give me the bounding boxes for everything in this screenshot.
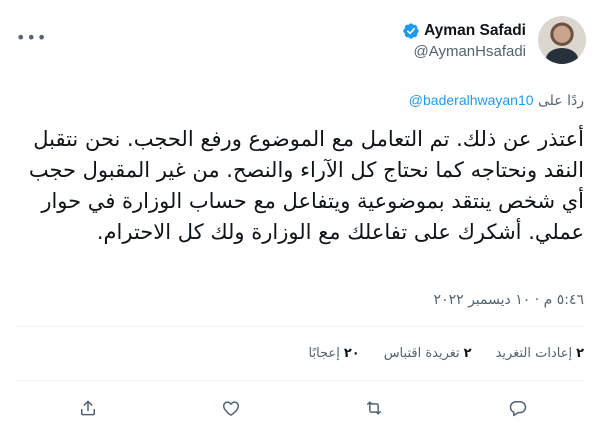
tweet-timestamp[interactable]: ٥:٤٦ م · ١٠ ديسمبر ٢٠٢٢ — [434, 292, 584, 308]
author-name[interactable]: Ayman Safadi — [424, 22, 526, 40]
avatar[interactable] — [538, 16, 586, 64]
likes-stat[interactable]: ٢٠إعجابًا — [309, 346, 360, 361]
retweets-count: ٢ — [576, 346, 584, 361]
divider — [16, 326, 584, 327]
verified-badge-icon — [403, 23, 419, 39]
share-icon — [81, 400, 95, 416]
engagement-stats: ٢إعادات التغريد ٢تغريدة اقتباس ٢٠إعجابًا — [309, 346, 585, 361]
likes-count: ٢٠ — [343, 346, 360, 361]
like-icon — [222, 401, 240, 416]
quotes-count: ٢ — [463, 346, 472, 361]
tweet-text: أعتذر عن ذلك. تم التعامل مع الموضوع ورفع… — [28, 127, 584, 244]
likes-label: إعجابًا — [308, 346, 340, 361]
reply-prefix: ردًا على — [538, 93, 584, 109]
divider — [16, 380, 584, 381]
reply-icon — [509, 401, 527, 417]
retweets-label: إعادات التغريد — [495, 346, 573, 361]
like-button[interactable] — [213, 390, 249, 426]
quotes-stat[interactable]: ٢تغريدة اقتباس — [384, 346, 472, 361]
reply-button[interactable] — [500, 390, 536, 426]
tweet-card: Ayman Safadi @AymanHsafadi ••• ردًا على … — [0, 0, 600, 437]
retweet-icon — [367, 401, 381, 415]
tweet-actions — [16, 390, 584, 426]
reply-context: ردًا على @baderalhwayan10 — [409, 92, 584, 109]
tweet-header: Ayman Safadi @AymanHsafadi ••• — [14, 14, 586, 74]
author-identity: Ayman Safadi @AymanHsafadi — [402, 22, 526, 60]
retweets-stat[interactable]: ٢إعادات التغريد — [496, 346, 584, 361]
author-handle[interactable]: @AymanHsafadi — [402, 43, 527, 60]
retweet-button[interactable] — [356, 390, 392, 426]
quotes-label: تغريدة اقتباس — [383, 346, 460, 361]
more-options-icon[interactable]: ••• — [16, 28, 47, 47]
name-row: Ayman Safadi — [402, 22, 526, 40]
share-button[interactable] — [70, 390, 106, 426]
reply-mention-link[interactable]: @baderalhwayan10 — [409, 92, 534, 108]
